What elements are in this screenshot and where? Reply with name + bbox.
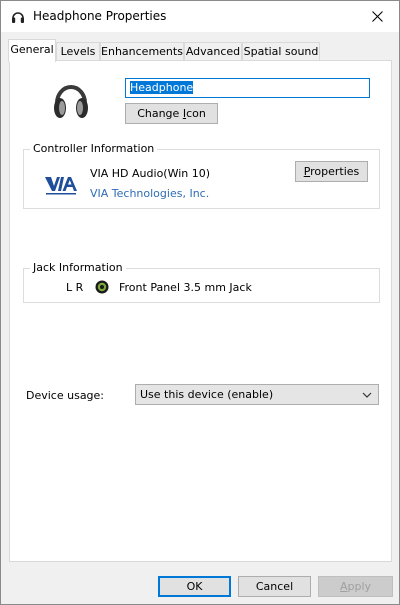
jack-description: Front Panel 3.5 mm Jack [119,281,252,294]
properties-button[interactable]: Properties [295,161,368,182]
close-icon [371,11,383,22]
device-name-field[interactable]: Headphone [125,78,370,98]
tab-spatial-sound[interactable]: Spatial sound [242,42,320,61]
general-tab-panel: Headphone Change Icon Controller Informa… [9,60,392,562]
headphone-icon [12,12,24,23]
controller-name: VIA HD Audio(Win 10) [90,167,211,180]
cancel-button[interactable]: Cancel [238,576,311,597]
controller-group-label: Controller Information [30,142,158,155]
jack-dot-icon [95,280,109,294]
device-name-value: Headphone [130,81,194,94]
title-bar[interactable]: Headphone Properties [1,1,399,32]
chevron-down-icon [362,392,372,398]
apply-button[interactable]: Apply [318,576,393,597]
tab-enhancements[interactable]: Enhancements [100,42,184,61]
device-usage-value: Use this device (enable) [140,388,274,401]
controller-info-group: Controller Information VIA HD Audio(Win … [23,142,380,209]
tab-general[interactable]: General [8,39,56,62]
headphone-device-icon [54,85,88,118]
ok-button[interactable]: OK [158,576,231,597]
change-icon-button[interactable]: Change Icon [125,103,218,124]
tab-advanced[interactable]: Advanced [184,42,242,61]
device-usage-label: Device usage: [26,389,105,402]
jack-channels: L R [66,281,84,294]
tab-levels[interactable]: Levels [56,42,100,61]
device-usage-select[interactable]: Use this device (enable) [135,384,379,405]
jack-info-group: Jack Information L R Front Panel 3.5 mm … [23,261,380,303]
jack-group-label: Jack Information [30,261,126,274]
via-logo [45,177,77,195]
properties-dialog: Headphone Properties General Levels Enha… [0,0,400,605]
controller-manufacturer: VIA Technologies, Inc. [90,187,210,200]
window-title: Headphone Properties [33,9,167,23]
close-button[interactable] [355,1,399,32]
